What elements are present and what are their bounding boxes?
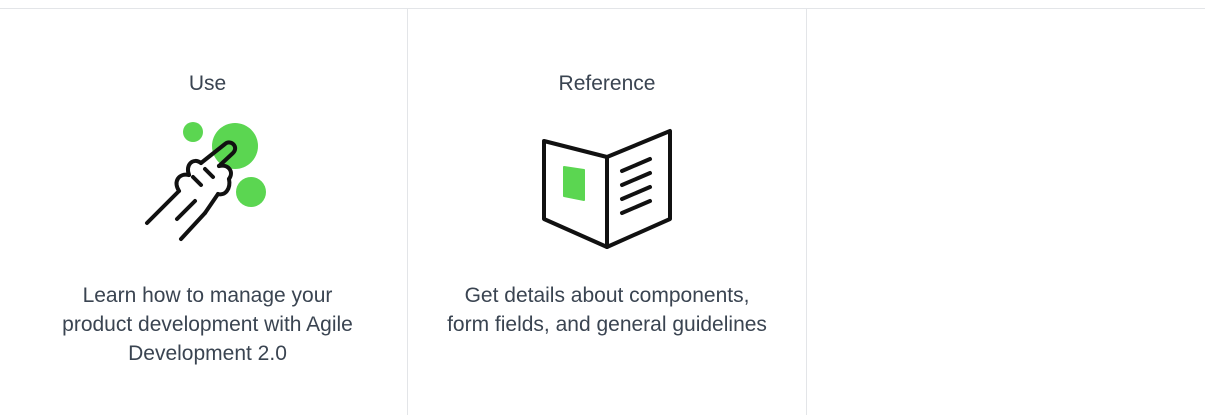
card-empty <box>806 9 1205 415</box>
card-title: Use <box>188 72 227 95</box>
open-book-icon <box>532 119 682 259</box>
card-grid: Use Learn how to manage your product dev… <box>8 9 1205 415</box>
card-reference[interactable]: Reference Get details about components, … <box>407 9 806 415</box>
card-use[interactable]: Use Learn how to manage your product dev… <box>8 9 407 415</box>
card-description: Learn how to manage your product develop… <box>62 284 353 365</box>
card-description: Get details about components, form field… <box>447 284 767 336</box>
card-title: Reference <box>558 72 656 95</box>
pointing-hand-icon <box>133 119 283 259</box>
